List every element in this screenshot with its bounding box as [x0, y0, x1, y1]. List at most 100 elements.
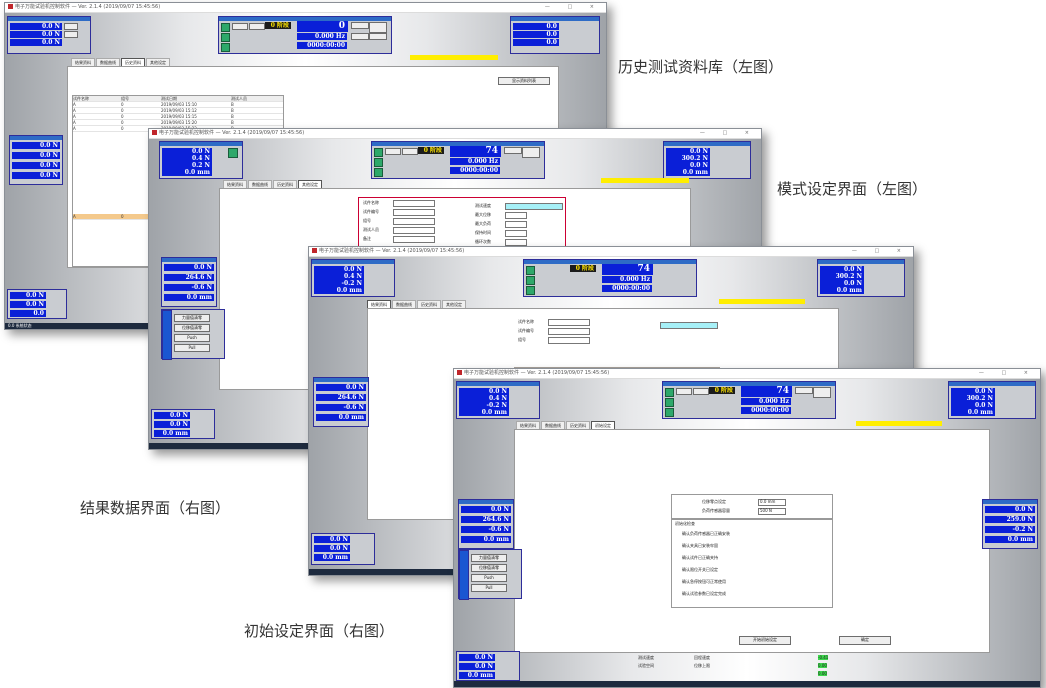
check-item[interactable]: 确认夹具已安装牢固 — [682, 543, 718, 549]
ctrl-button-4[interactable] — [369, 33, 387, 40]
field-tester[interactable] — [393, 227, 435, 234]
ctrl-button-1[interactable] — [351, 22, 369, 29]
tab-curve[interactable]: 数据曲线 — [392, 300, 416, 308]
down-button[interactable] — [374, 168, 383, 177]
check-item[interactable]: 确认试件已正确夹持 — [682, 555, 718, 561]
bottom-left-panel: 0.0 N 0.0 N 0.0 mm — [456, 651, 520, 681]
lcd-right-3: 0.0 — [513, 39, 559, 46]
ctrl-button-2[interactable] — [369, 22, 387, 33]
window-title: 电子万能试验机控制软件 — Ver. 2.1.4 (2019/09/07 15:… — [159, 130, 305, 136]
pause-button[interactable] — [693, 388, 709, 395]
tab-settings[interactable]: 其他设定 — [442, 300, 466, 308]
zero-button[interactable] — [64, 23, 78, 30]
tab-history[interactable]: 历史资料 — [566, 421, 590, 429]
cell: A — [73, 114, 76, 119]
pull-button[interactable]: Pull — [174, 344, 210, 352]
pause-button[interactable] — [249, 23, 265, 30]
label-specimen: 试件名称 — [363, 200, 379, 205]
up-button[interactable] — [374, 148, 383, 157]
show-list-button[interactable]: 显示资料列表 — [498, 77, 550, 85]
caption-result: 结果数据界面（右图） — [80, 499, 231, 517]
stop-button[interactable] — [221, 33, 230, 42]
push-button[interactable]: Push — [471, 574, 507, 582]
field-specimen[interactable] — [548, 319, 590, 326]
field-cycles[interactable] — [505, 239, 527, 246]
field-specimen-no[interactable] — [393, 209, 435, 216]
unit-button[interactable] — [64, 31, 78, 38]
window-controls[interactable]: — □ × — [979, 369, 1036, 378]
cell: B — [231, 120, 234, 125]
field-note[interactable] — [393, 236, 435, 243]
left-force-panel: 0.0 N 264.6 N -0.6 N 0.0 mm — [313, 377, 369, 427]
pull-button[interactable]: Pull — [471, 584, 507, 592]
zero-disp-button[interactable]: 位移值清零 — [471, 564, 507, 572]
tab-settings[interactable]: 其他设定 — [146, 58, 170, 66]
check-item[interactable]: 确认急停按钮可正常使用 — [682, 579, 726, 585]
stage-readout: 0 阶段 — [418, 147, 444, 154]
field-max-load[interactable] — [505, 221, 527, 228]
stop-button[interactable] — [526, 276, 535, 285]
jog-button[interactable] — [228, 148, 238, 158]
field-speed[interactable] — [660, 322, 718, 329]
tab-result[interactable]: 结果资料 — [516, 421, 540, 429]
label-hold: 保持时间 — [475, 230, 491, 235]
field-specimen-no[interactable] — [548, 328, 590, 335]
side-controls: 力量值清零 位移值清零 Push Pull — [458, 549, 522, 600]
tab-curve[interactable]: 数据曲线 — [541, 421, 565, 429]
window-controls[interactable]: — □ × — [700, 129, 757, 138]
zero-disp-button[interactable]: 位移值清零 — [174, 324, 210, 332]
check-item[interactable]: 确认试验参数已设定完成 — [682, 591, 726, 597]
field-group[interactable] — [548, 337, 590, 344]
tab-result[interactable]: 结果资料 — [367, 300, 391, 308]
start-button[interactable] — [676, 388, 692, 395]
stop-button[interactable] — [374, 158, 383, 167]
ctrl-button-1[interactable] — [795, 387, 813, 394]
tab-history[interactable]: 历史资料 — [417, 300, 441, 308]
up-button[interactable] — [665, 388, 674, 397]
field-speed[interactable] — [505, 203, 563, 210]
tab-curve[interactable]: 数据曲线 — [96, 58, 120, 66]
check-item[interactable]: 确认限位开关已设定 — [682, 567, 718, 573]
tab-history[interactable]: 历史资料 — [273, 180, 297, 188]
tab-history[interactable]: 历史资料 — [121, 58, 145, 66]
tab-init[interactable]: 初始设定 — [591, 421, 615, 429]
lcd-right-2: 300.2 N — [666, 155, 710, 162]
start-init-button[interactable]: 开始初始设定 — [739, 636, 791, 645]
field-hold[interactable] — [505, 230, 527, 237]
label-group: 组号 — [518, 337, 526, 342]
field-group[interactable] — [393, 218, 435, 225]
app-icon — [457, 370, 462, 375]
zero-force-button[interactable]: 力量值清零 — [471, 554, 507, 562]
channel-panel-left: 0.0 N 0.0 N 0.0 N — [7, 16, 91, 54]
ctrl-button-3[interactable] — [351, 33, 369, 40]
ctrl-button-2[interactable] — [522, 147, 540, 158]
ctrl-button-1[interactable] — [504, 147, 522, 154]
field-max-disp[interactable] — [505, 212, 527, 219]
pause-button[interactable] — [402, 148, 418, 155]
caption-init: 初始设定界面（右图） — [244, 622, 395, 640]
confirm-button[interactable]: 确定 — [839, 636, 891, 645]
tab-result[interactable]: 结果资料 — [71, 58, 95, 66]
lcd-1: 0.0 N — [459, 388, 509, 395]
down-button[interactable] — [665, 408, 674, 417]
ctrl-button-2[interactable] — [813, 387, 831, 398]
tab-result[interactable]: 结果资料 — [223, 180, 247, 188]
window-controls[interactable]: — □ × — [852, 247, 909, 256]
lcd-3: 0.2 N — [162, 162, 212, 169]
down-button[interactable] — [526, 286, 535, 295]
stop-button[interactable] — [665, 398, 674, 407]
tab-curve[interactable]: 数据曲线 — [248, 180, 272, 188]
start-button[interactable] — [385, 148, 401, 155]
push-button[interactable]: Push — [174, 334, 210, 342]
start-button[interactable] — [232, 23, 248, 30]
down-button[interactable] — [221, 43, 230, 52]
up-button[interactable] — [221, 23, 230, 32]
label-group: 组号 — [363, 218, 371, 223]
zero-force-button[interactable]: 力量值清零 — [174, 314, 210, 322]
check-item[interactable]: 确认负荷传感器已正确安装 — [682, 531, 730, 537]
up-button[interactable] — [526, 266, 535, 275]
field-specimen[interactable] — [393, 200, 435, 207]
window-controls[interactable]: — □ × — [545, 3, 602, 12]
left-lcd-2: 264.6 N — [316, 394, 366, 401]
tab-settings[interactable]: 其他设定 — [298, 180, 322, 188]
